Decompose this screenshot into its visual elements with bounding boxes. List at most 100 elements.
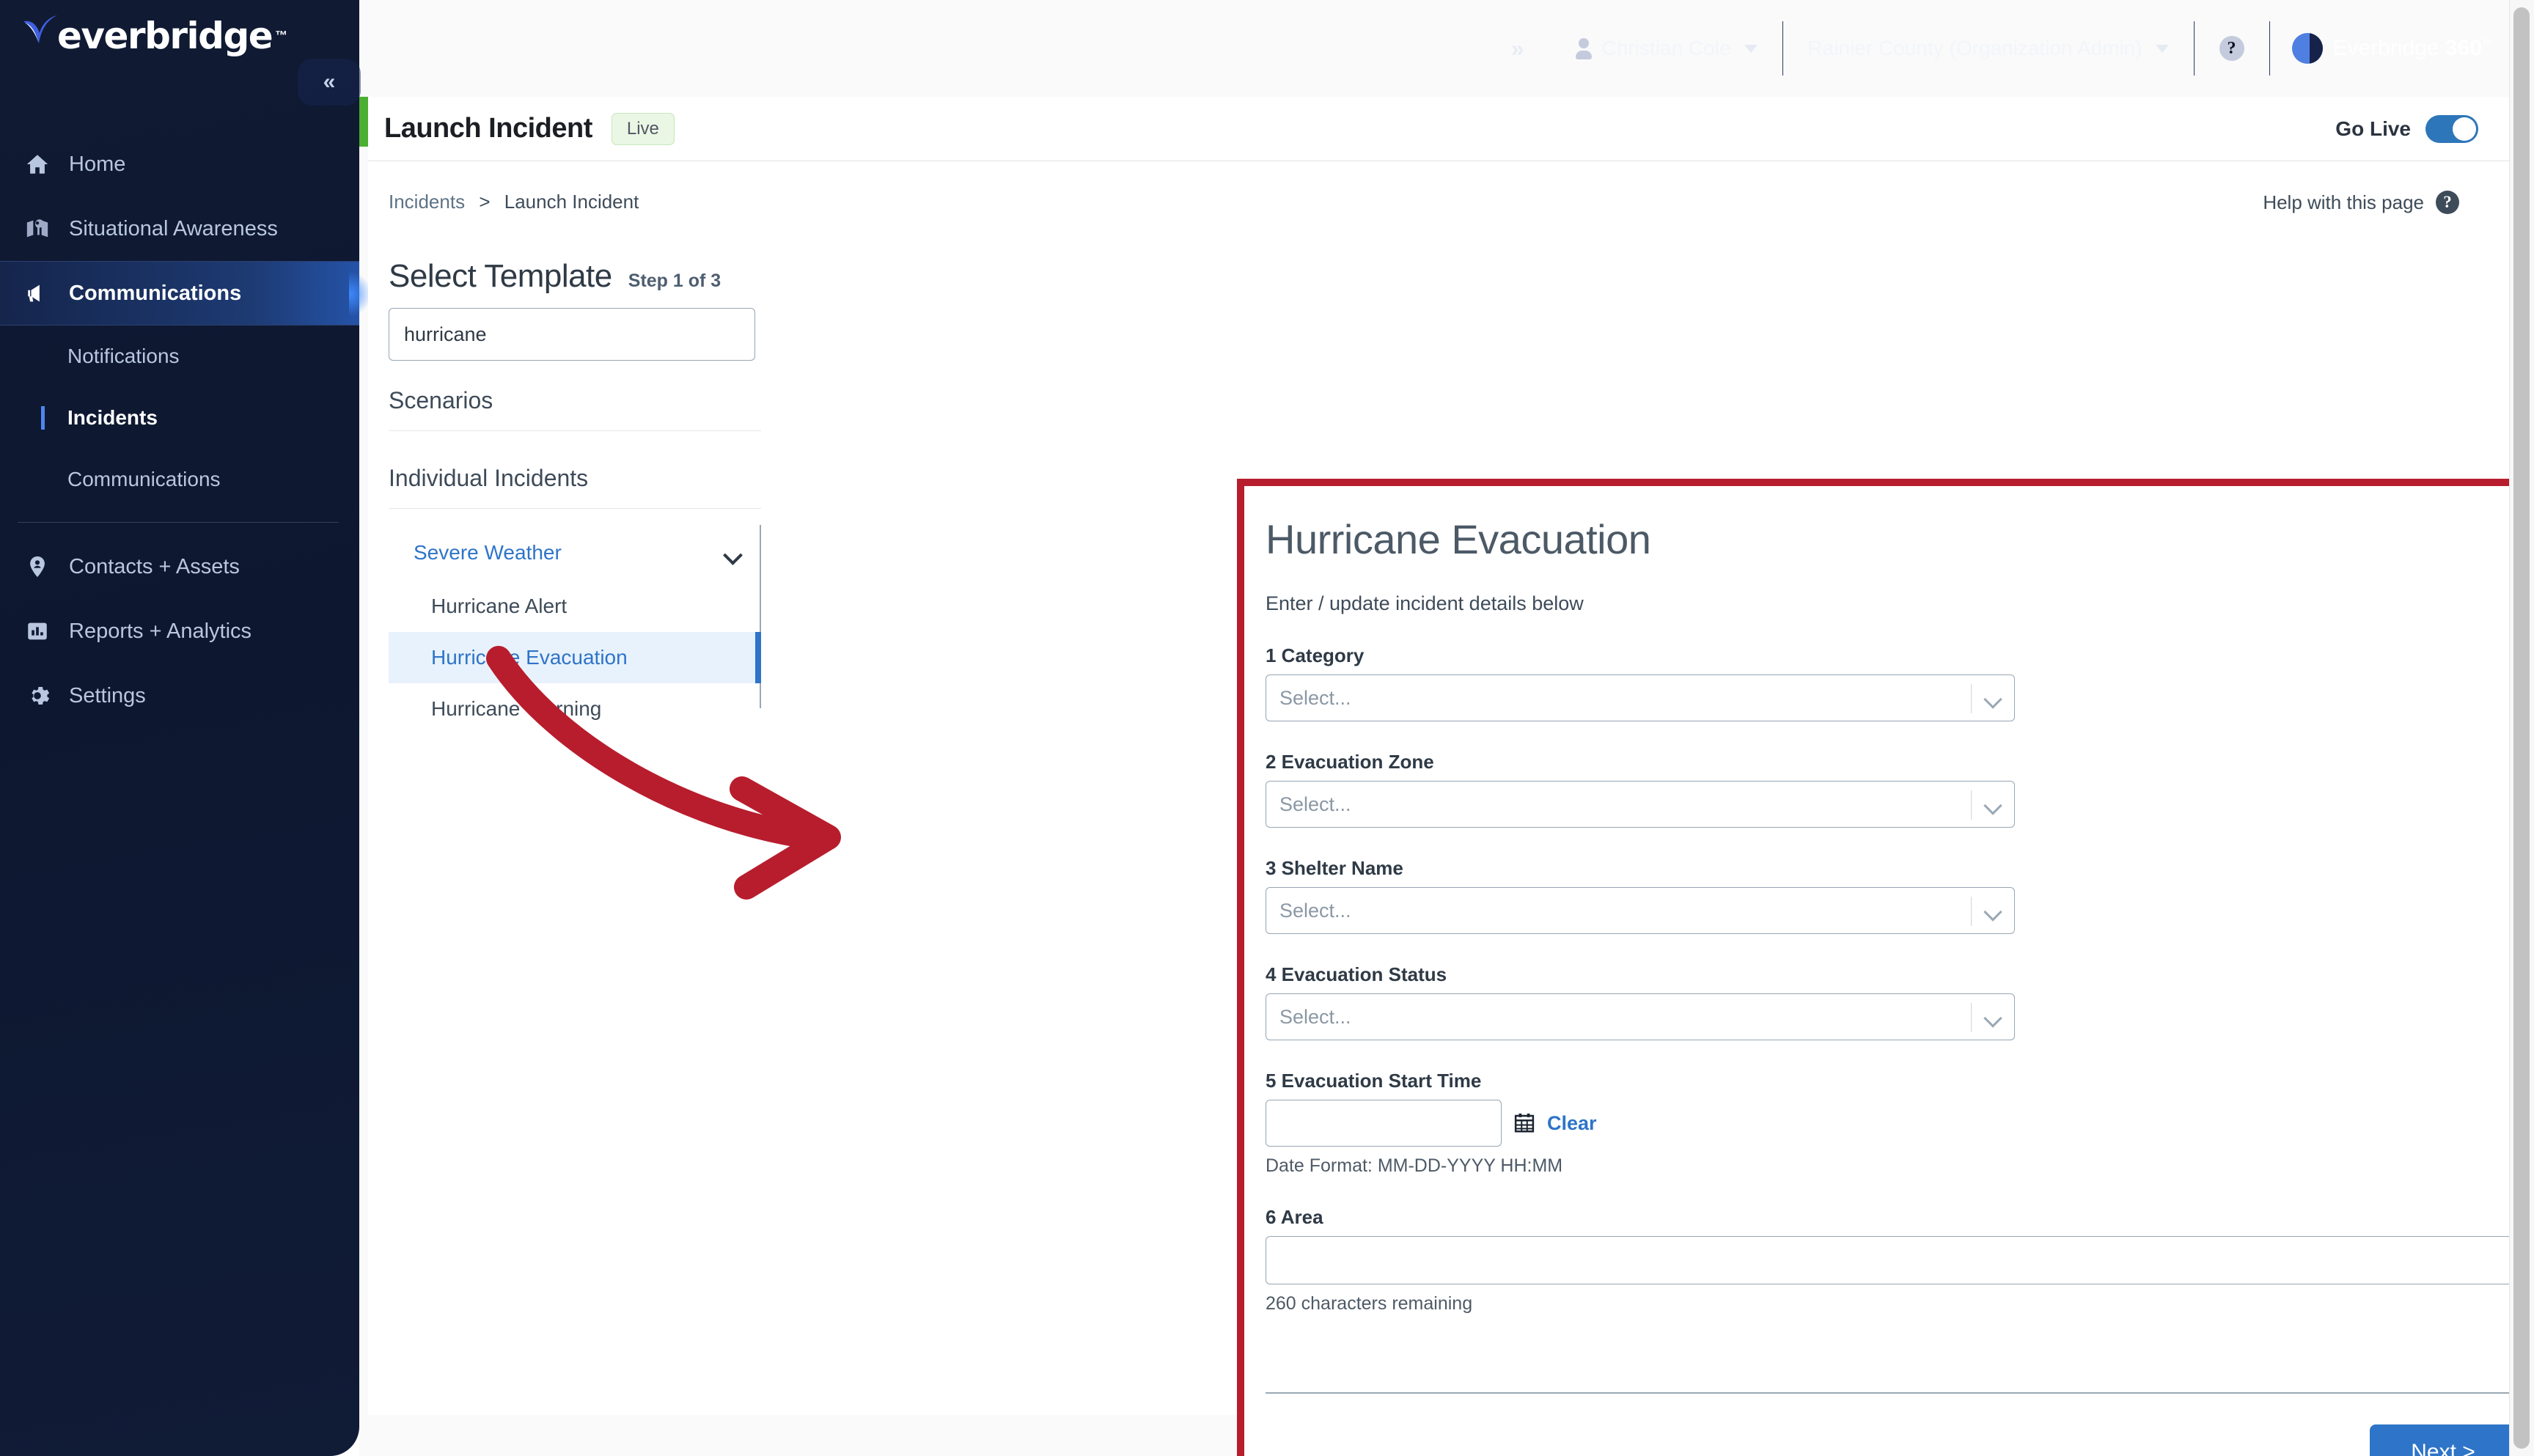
template-item-hurricane-alert[interactable]: Hurricane Alert — [389, 581, 761, 632]
select-placeholder: Select... — [1279, 686, 1351, 709]
megaphone-icon — [25, 281, 50, 306]
sidebar-divider — [18, 522, 339, 523]
field-label: 3 Shelter Name — [1266, 857, 1403, 879]
evacuation-zone-select[interactable]: Select... — [1266, 781, 2015, 828]
category-select[interactable]: Select... — [1266, 674, 2015, 721]
template-item-label: Hurricane Evacuation — [431, 646, 628, 669]
template-group-severe-weather[interactable]: Severe Weather — [389, 525, 761, 581]
form-actions: Next > — [1266, 1424, 2516, 1456]
home-icon — [25, 152, 50, 177]
evacuation-start-time-input[interactable] — [1266, 1100, 1502, 1147]
form-subtitle: Enter / update incident details below — [1266, 592, 1584, 614]
help-with-this-page-link[interactable]: Help with this page ? — [2263, 191, 2459, 214]
breadcrumb-parent-link[interactable]: Incidents — [389, 191, 465, 213]
sidebar-item-communications[interactable]: Communications — [0, 261, 368, 326]
sidebar-item-contacts-assets[interactable]: Contacts + Assets — [0, 534, 359, 599]
template-search-input[interactable] — [389, 308, 755, 361]
sidebar-item-settings[interactable]: Settings — [0, 663, 359, 728]
select-placeholder: Select... — [1279, 793, 1351, 815]
template-item-label: Hurricane Warning — [431, 697, 602, 720]
shelter-name-select[interactable]: Select... — [1266, 887, 2015, 934]
field-shelter-name: 3 Shelter Name Select... — [1266, 857, 2534, 934]
status-badge: Live — [611, 112, 675, 145]
field-label: 4 Evacuation Status — [1266, 963, 1447, 985]
incident-details-form: Hurricane Evacuation Enter / update inci… — [1244, 486, 2534, 1456]
sidebar-item-home[interactable]: Home — [0, 132, 359, 196]
sidebar-item-label: Reports + Analytics — [69, 619, 252, 643]
select-divider — [1971, 1003, 1972, 1032]
content-panel: Incidents > Launch Incident Help with th… — [368, 161, 2534, 1456]
page-scrollbar-thumb[interactable] — [2513, 7, 2530, 1449]
next-button[interactable]: Next > — [2370, 1424, 2516, 1456]
sidebar-item-label: Situational Awareness — [69, 216, 278, 240]
sidebar-item-reports-analytics[interactable]: Reports + Analytics — [0, 599, 359, 663]
location-person-icon — [25, 554, 50, 579]
step-section-header: Select Template Step 1 of 3 — [389, 258, 721, 295]
select-placeholder: Select... — [1279, 1005, 1351, 1028]
everbridge-360-icon — [2291, 33, 2323, 64]
main-area: Launch Incident Live Go Live Incidents >… — [359, 0, 2534, 1456]
sidebar-item-incidents[interactable]: Incidents — [0, 387, 359, 449]
go-live-toggle[interactable] — [2425, 114, 2478, 143]
help-circle-icon: ? — [2219, 36, 2244, 61]
sidebar-item-label: Communications — [69, 281, 242, 305]
field-category: 1 Category Select... — [1266, 644, 2534, 721]
help-with-this-page-label: Help with this page — [2263, 191, 2424, 213]
section-heading: Select Template — [389, 258, 612, 294]
breadcrumb-separator: > — [479, 191, 491, 213]
sidebar-item-communications-sub[interactable]: Communications — [0, 449, 359, 510]
field-label: 1 Category — [1266, 644, 1365, 666]
top-bar-help-button[interactable]: ? — [2195, 36, 2269, 61]
template-list: Severe Weather Hurricane Alert Hurricane… — [389, 525, 761, 735]
sidebar-subitem-label: Incidents — [67, 406, 158, 429]
everbridge-360-label: Everbridge 360™ — [2332, 36, 2493, 60]
caret-down-icon — [2155, 44, 2169, 53]
select-divider — [1971, 790, 1972, 820]
chevron-down-icon — [1983, 902, 2002, 922]
individual-incidents-divider — [389, 508, 761, 509]
logo-tm: ™ — [275, 29, 288, 43]
user-name-label: Christian Cole — [1601, 37, 1731, 59]
go-live-label: Go Live — [2335, 117, 2411, 140]
chevron-down-icon — [1983, 690, 2002, 709]
bar-chart-icon — [25, 619, 50, 644]
sidebar-subitem-label: Notifications — [67, 345, 180, 367]
template-item-label: Hurricane Alert — [431, 595, 568, 617]
everbridge-logo[interactable]: everbridge ™ — [21, 15, 287, 57]
sidebar-item-label: Settings — [69, 683, 146, 707]
step-indicator: Step 1 of 3 — [628, 271, 721, 291]
clear-datetime-link[interactable]: Clear — [1547, 1112, 1597, 1135]
individual-incidents-heading: Individual Incidents — [389, 465, 589, 491]
user-menu[interactable]: Christian Cole — [1551, 37, 1782, 60]
organization-selector[interactable]: Rainier County (Organization Admin) — [1783, 37, 2194, 60]
chevron-down-icon — [1983, 796, 2002, 815]
everbridge-360-tm: ™ — [2482, 37, 2493, 50]
go-live-control[interactable]: Go Live — [2335, 114, 2478, 143]
map-pin-icon — [25, 216, 50, 241]
green-accent-bar — [359, 97, 368, 147]
user-icon — [1575, 38, 1592, 59]
chevron-down-icon — [726, 548, 742, 558]
evacuation-status-select[interactable]: Select... — [1266, 993, 2015, 1040]
sidebar-collapse-button[interactable]: « — [298, 59, 361, 106]
chevrons-right-icon[interactable]: » — [1485, 35, 1551, 62]
sidebar-item-notifications[interactable]: Notifications — [0, 326, 359, 387]
page-scrollbar[interactable] — [2509, 0, 2534, 1456]
template-item-hurricane-warning[interactable]: Hurricane Warning — [389, 683, 761, 735]
everbridge-360-number: 360 — [2445, 36, 2482, 60]
field-evacuation-zone: 2 Evacuation Zone Select... — [1266, 751, 2534, 828]
area-input[interactable] — [1266, 1236, 2516, 1284]
template-item-hurricane-evacuation[interactable]: Hurricane Evacuation — [389, 632, 761, 683]
calendar-icon[interactable] — [1513, 1112, 1535, 1134]
chevron-down-icon — [1983, 1009, 2002, 1028]
sidebar-item-situational-awareness[interactable]: Situational Awareness — [0, 196, 359, 261]
field-area: 6 Area 260 characters remaining — [1266, 1206, 2534, 1315]
sidebar: everbridge ™ Home Situational Awareness — [0, 0, 368, 1456]
sidebar-item-label: Contacts + Assets — [69, 554, 240, 578]
scenarios-divider — [389, 430, 761, 431]
top-bar-right-group: » Christian Cole Rainier County (Organiz… — [1485, 0, 2493, 97]
select-placeholder: Select... — [1279, 899, 1351, 922]
date-format-hint: Date Format: MM-DD-YYYY HH:MM — [1266, 1155, 1563, 1176]
breadcrumb: Incidents > Launch Incident — [389, 191, 639, 213]
field-evacuation-status: 4 Evacuation Status Select... — [1266, 963, 2534, 1040]
